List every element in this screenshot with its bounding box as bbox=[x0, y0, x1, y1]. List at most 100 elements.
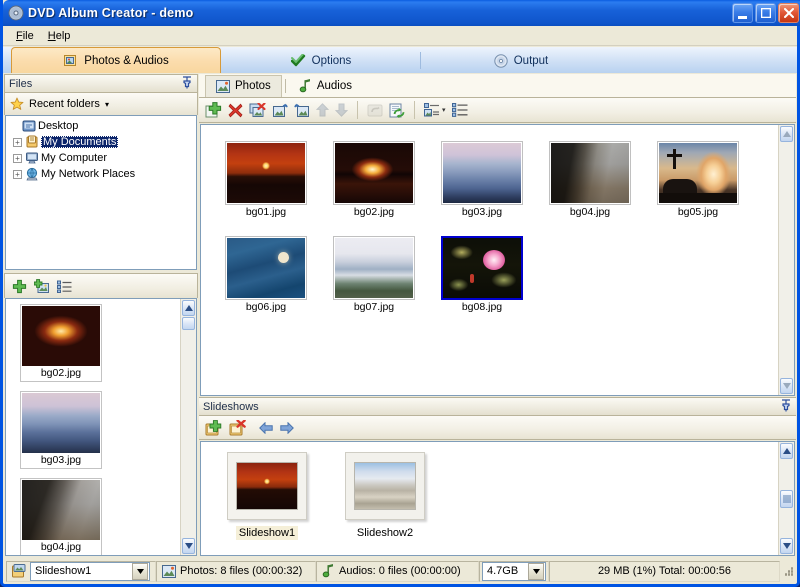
tab-photos-audios[interactable]: Photos & Audios bbox=[11, 47, 221, 73]
photo-item[interactable]: bg06.jpg bbox=[225, 236, 307, 313]
expand-icon[interactable]: + bbox=[13, 154, 22, 163]
tree-item-desktop-label: Desktop bbox=[38, 120, 78, 132]
photo-grid-container[interactable]: bg01.jpg bg02.jpg bg03.jpg bbox=[200, 124, 795, 396]
list-item-label: bg04.jpg bbox=[22, 540, 100, 554]
thumbnail-dark-ridge bbox=[22, 480, 100, 540]
list-item[interactable]: bg02.jpg bbox=[20, 304, 102, 382]
scroll-thumb[interactable] bbox=[182, 317, 195, 330]
status-usage-text: 29 MB (1%) Total: 00:00:56 bbox=[598, 565, 731, 577]
file-thumbnail-list[interactable]: bg02.jpg bg03.jpg bg04.jpg bbox=[5, 298, 197, 556]
list-item-label: bg03.jpg bbox=[22, 453, 100, 467]
tab-options[interactable]: Options bbox=[221, 48, 421, 73]
media-tab-bar: Photos Audios bbox=[199, 74, 796, 98]
pin-icon[interactable] bbox=[780, 399, 792, 415]
arrow-down-icon[interactable] bbox=[335, 103, 348, 117]
photo-item[interactable]: bg01.jpg bbox=[225, 141, 307, 218]
disc-icon bbox=[494, 54, 508, 68]
chevron-down-icon[interactable] bbox=[132, 563, 148, 580]
list-item[interactable]: bg04.jpg bbox=[20, 478, 102, 556]
tab-output[interactable]: Output bbox=[421, 48, 621, 73]
scroll-track[interactable] bbox=[779, 460, 794, 490]
slideshow-item[interactable]: Slideshow2 bbox=[339, 452, 431, 555]
plus-green-icon[interactable] bbox=[12, 279, 27, 294]
add-slideshow-icon[interactable] bbox=[205, 420, 222, 436]
slideshow-list-scrollbar[interactable] bbox=[778, 442, 794, 555]
recent-folders-label[interactable]: Recent folders bbox=[29, 98, 100, 110]
tree-item-my-documents[interactable]: + My Documents bbox=[8, 134, 196, 150]
menu-help[interactable]: HHelpelp bbox=[41, 28, 78, 44]
add-image-icon[interactable] bbox=[34, 279, 50, 294]
scroll-down-button[interactable] bbox=[182, 538, 195, 554]
resize-grip[interactable] bbox=[780, 564, 794, 578]
tree-item-desktop[interactable]: Desktop bbox=[8, 118, 196, 134]
slideshows-dock-title: Slideshows bbox=[203, 401, 259, 413]
recent-folders-bar: Recent folders ▾ bbox=[4, 93, 198, 115]
scroll-up-button[interactable] bbox=[780, 126, 793, 142]
scroll-up-button[interactable] bbox=[182, 300, 195, 316]
view-mode-icon[interactable]: ▾ bbox=[424, 103, 446, 117]
tree-item-my-computer[interactable]: + My Computer bbox=[8, 150, 196, 166]
refresh-icon[interactable] bbox=[389, 103, 405, 118]
red-x-icon[interactable] bbox=[228, 103, 243, 118]
rotate-right-icon[interactable] bbox=[294, 103, 310, 118]
expand-icon[interactable]: + bbox=[13, 170, 22, 179]
chevron-down-icon[interactable] bbox=[528, 563, 544, 580]
photo-item[interactable]: bg08.jpg bbox=[441, 236, 523, 313]
photo-grid: bg01.jpg bg02.jpg bg03.jpg bbox=[201, 125, 761, 313]
slideshow-label: Slideshow2 bbox=[354, 526, 416, 540]
scroll-track[interactable] bbox=[779, 143, 794, 377]
photo-item[interactable]: bg07.jpg bbox=[333, 236, 415, 313]
window-controls bbox=[732, 3, 800, 23]
photo-label: bg06.jpg bbox=[225, 300, 307, 313]
thumbnail-blue-mountains bbox=[443, 143, 521, 203]
scroll-down-button[interactable] bbox=[780, 538, 793, 554]
chevron-down-icon[interactable]: ▾ bbox=[442, 106, 446, 114]
list-item[interactable]: bg03.jpg bbox=[20, 391, 102, 469]
tree-item-my-network-places[interactable]: + My Network Places bbox=[8, 166, 196, 182]
scroll-down-button[interactable] bbox=[780, 378, 793, 394]
minimize-button[interactable] bbox=[732, 3, 753, 23]
photo-grid-scrollbar[interactable] bbox=[778, 125, 794, 395]
photo-frame bbox=[657, 141, 739, 205]
tab-audios[interactable]: Audios bbox=[289, 75, 362, 97]
image-icon bbox=[216, 80, 230, 93]
undo-icon[interactable] bbox=[367, 103, 383, 118]
capacity-select[interactable]: 4.7GB bbox=[482, 562, 546, 581]
scroll-up-button[interactable] bbox=[780, 443, 793, 459]
file-list-toolbar bbox=[4, 273, 198, 298]
photo-item[interactable]: bg03.jpg bbox=[441, 141, 523, 218]
scroll-track[interactable] bbox=[779, 508, 794, 538]
pin-icon[interactable] bbox=[181, 76, 193, 92]
thumbnail-church-cross-sunset bbox=[659, 143, 737, 203]
title-bar: DVD Album Creator - demo bbox=[3, 0, 800, 26]
add-green-icon[interactable] bbox=[205, 102, 222, 118]
chevron-down-icon[interactable]: ▾ bbox=[105, 100, 109, 109]
folder-tree[interactable]: Desktop + My Documents + bbox=[5, 115, 197, 270]
slideshow-list[interactable]: Slideshow1 Slideshow2 bbox=[200, 441, 795, 556]
menu-file[interactable]: FFileile bbox=[9, 28, 41, 44]
arrow-left-icon[interactable] bbox=[259, 422, 273, 434]
photo-item[interactable]: bg05.jpg bbox=[657, 141, 739, 218]
slideshow-item[interactable]: Slideshow1 bbox=[221, 452, 313, 555]
delete-slideshow-icon[interactable] bbox=[229, 420, 246, 436]
arrow-right-icon[interactable] bbox=[280, 422, 294, 434]
close-button[interactable] bbox=[778, 3, 799, 23]
expand-icon[interactable]: + bbox=[13, 138, 22, 147]
scroll-thumb[interactable] bbox=[780, 490, 793, 508]
files-dock: Files Recent folders ▾ bbox=[4, 74, 198, 557]
photo-item[interactable]: bg04.jpg bbox=[549, 141, 631, 218]
file-list-scrollbar[interactable] bbox=[180, 299, 196, 555]
maximize-button[interactable] bbox=[755, 3, 776, 23]
photo-item[interactable]: bg02.jpg bbox=[333, 141, 415, 218]
photo-frame bbox=[441, 236, 523, 300]
content-pane: Photos Audios bbox=[199, 74, 796, 557]
list-view-icon[interactable] bbox=[57, 280, 72, 293]
rotate-left-icon[interactable] bbox=[272, 103, 288, 118]
remove-all-icon[interactable] bbox=[249, 103, 266, 118]
arrow-up-icon[interactable] bbox=[316, 103, 329, 117]
scroll-track[interactable] bbox=[181, 330, 196, 537]
slideshow-select[interactable]: Slideshow1 bbox=[30, 562, 150, 581]
main-tab-bar: Photos & Audios Options Output bbox=[3, 47, 797, 73]
details-view-icon[interactable] bbox=[452, 103, 468, 117]
tab-photos[interactable]: Photos bbox=[205, 75, 282, 97]
